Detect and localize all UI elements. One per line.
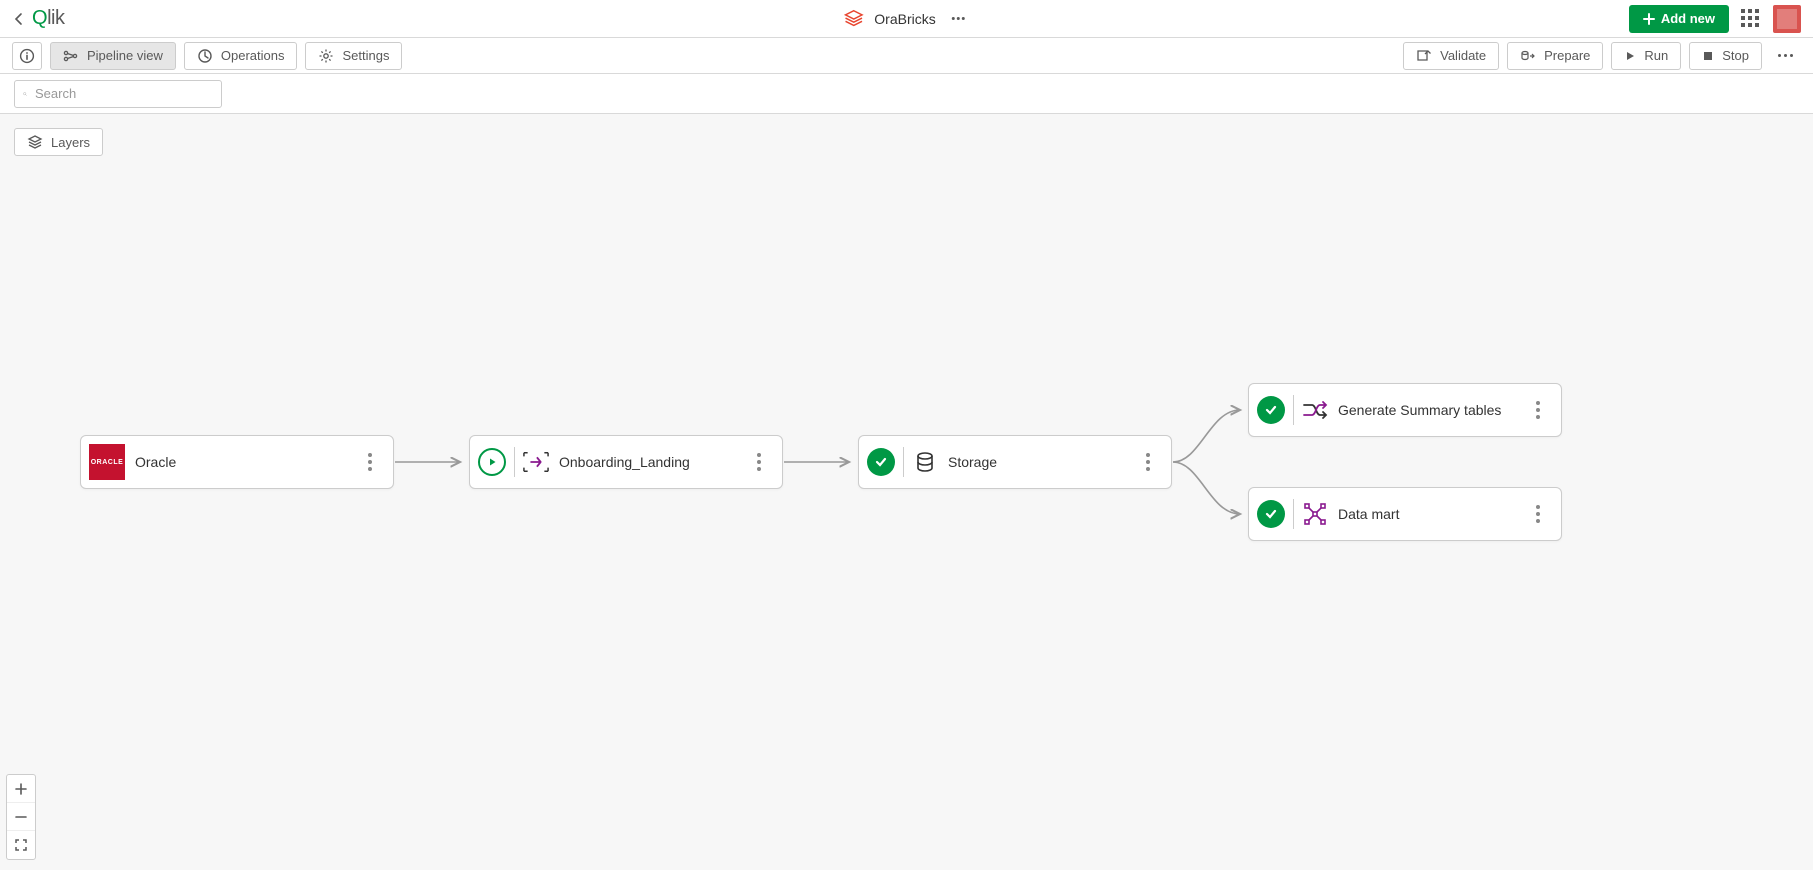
back-button[interactable] xyxy=(10,10,28,28)
status-check-icon xyxy=(867,448,895,476)
prepare-button[interactable]: Prepare xyxy=(1507,42,1603,70)
node-label: Generate Summary tables xyxy=(1338,402,1523,418)
stop-button[interactable]: Stop xyxy=(1689,42,1762,70)
toolbar-more-menu[interactable] xyxy=(1770,54,1801,57)
add-new-button[interactable]: Add new xyxy=(1629,5,1729,33)
toolbar: Pipeline view Operations Settings Valida… xyxy=(0,38,1813,74)
settings-button[interactable]: Settings xyxy=(305,42,402,70)
node-label: Storage xyxy=(948,454,1133,470)
datamart-icon xyxy=(1302,501,1328,527)
search-field-wrap[interactable] xyxy=(14,80,222,108)
node-generate-summary-tables[interactable]: Generate Summary tables xyxy=(1248,383,1562,437)
node-menu[interactable] xyxy=(1133,442,1163,482)
play-icon xyxy=(1624,50,1636,62)
node-oracle[interactable]: ORACLE Oracle xyxy=(80,435,394,489)
transform-icon xyxy=(1302,397,1328,423)
oracle-logo-icon: ORACLE xyxy=(89,444,125,480)
app-header: Qlik OraBricks Add new xyxy=(0,0,1813,38)
node-menu[interactable] xyxy=(744,442,774,482)
landing-icon xyxy=(523,449,549,475)
info-button[interactable] xyxy=(12,42,42,70)
validate-button[interactable]: Validate xyxy=(1403,42,1499,70)
pipeline-view-button[interactable]: Pipeline view xyxy=(50,42,176,70)
project-more-menu[interactable] xyxy=(946,11,971,26)
stop-icon xyxy=(1702,50,1714,62)
node-data-mart[interactable]: Data mart xyxy=(1248,487,1562,541)
info-icon xyxy=(19,48,35,64)
status-play-icon xyxy=(478,448,506,476)
gear-icon xyxy=(318,48,334,64)
zoom-out-button[interactable] xyxy=(7,803,35,831)
search-icon xyxy=(23,87,27,101)
node-menu[interactable] xyxy=(1523,494,1553,534)
node-menu[interactable] xyxy=(355,442,385,482)
operations-icon xyxy=(197,48,213,64)
plus-icon xyxy=(14,782,28,796)
pipeline-canvas[interactable]: Layers ORACLE Oracle xyxy=(0,114,1813,870)
zoom-in-button[interactable] xyxy=(7,775,35,803)
run-button[interactable]: Run xyxy=(1611,42,1681,70)
node-label: Onboarding_Landing xyxy=(559,454,744,470)
node-label: Data mart xyxy=(1338,506,1523,522)
plus-icon xyxy=(1643,13,1655,25)
zoom-controls xyxy=(6,774,36,860)
pipeline-icon xyxy=(63,48,79,64)
zoom-fit-button[interactable] xyxy=(7,831,35,859)
validate-icon xyxy=(1416,48,1432,64)
node-label: Oracle xyxy=(135,454,355,470)
node-onboarding-landing[interactable]: Onboarding_Landing xyxy=(469,435,783,489)
operations-button[interactable]: Operations xyxy=(184,42,298,70)
qlik-logo: Qlik xyxy=(32,7,64,30)
user-avatar[interactable] xyxy=(1773,5,1801,33)
node-storage[interactable]: Storage xyxy=(858,435,1172,489)
minus-icon xyxy=(14,810,28,824)
app-launcher-icon[interactable] xyxy=(1741,9,1761,29)
node-menu[interactable] xyxy=(1523,390,1553,430)
project-name: OraBricks xyxy=(874,11,935,27)
project-icon xyxy=(842,8,864,30)
prepare-icon xyxy=(1520,48,1536,64)
database-icon xyxy=(912,449,938,475)
status-check-icon xyxy=(1257,396,1285,424)
search-bar xyxy=(0,74,1813,114)
fullscreen-icon xyxy=(14,838,28,852)
search-input[interactable] xyxy=(33,85,213,102)
status-check-icon xyxy=(1257,500,1285,528)
